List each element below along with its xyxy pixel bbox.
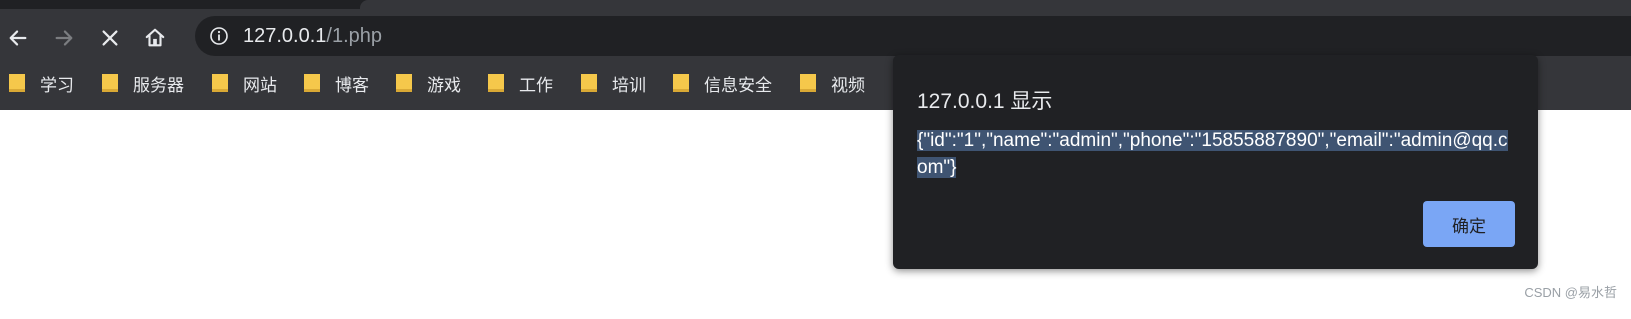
bookmark-label: 游戏	[427, 75, 461, 95]
url-host: 127.0.0.1	[243, 25, 327, 47]
bookmark-label: 学习	[40, 75, 74, 95]
address-bar[interactable]: 127.0.0.1/1.php	[195, 16, 1631, 56]
bookmark-folder-infosec[interactable]: 信息安全	[672, 69, 772, 97]
bookmark-label: 视频	[831, 75, 865, 95]
bookmark-label: 工作	[519, 75, 553, 95]
bookmark-folder-video[interactable]: 视频	[799, 69, 865, 97]
folder-icon	[9, 74, 25, 92]
bookmark-folder-server[interactable]: 服务器	[101, 69, 184, 97]
back-button[interactable]	[2, 22, 34, 54]
bookmark-folder-website[interactable]: 网站	[211, 69, 277, 97]
bookmark-folder-training[interactable]: 培训	[580, 69, 646, 97]
dialog-title: 127.0.0.1 显示	[917, 90, 1053, 113]
stop-button[interactable]	[94, 22, 126, 54]
folder-icon	[102, 74, 118, 92]
dialog-message[interactable]: {"id":"1","name":"admin","phone":"158558…	[917, 127, 1517, 181]
folder-icon	[673, 74, 689, 92]
back-arrow-icon	[9, 30, 27, 46]
folder-icon	[488, 74, 504, 92]
address-url[interactable]: 127.0.0.1/1.php	[243, 25, 382, 48]
bookmark-label: 网站	[243, 75, 277, 95]
bookmark-label: 培训	[612, 75, 646, 95]
folder-icon	[304, 74, 320, 92]
folder-icon	[800, 74, 816, 92]
bookmark-label: 博客	[335, 75, 369, 95]
alert-dialog: 127.0.0.1 显示 {"id":"1","name":"admin","p…	[893, 55, 1538, 269]
watermark: CSDN @易水哲	[1524, 285, 1617, 300]
home-icon	[145, 28, 165, 47]
bookmark-label: 信息安全	[704, 75, 772, 95]
url-path: /1.php	[326, 25, 383, 47]
home-button[interactable]	[139, 22, 171, 54]
bookmark-folder-work[interactable]: 工作	[487, 69, 553, 97]
info-icon[interactable]	[209, 26, 229, 46]
tab-strip	[0, 0, 1631, 9]
bookmark-folder-study[interactable]: 学习	[8, 69, 74, 97]
bookmark-label: 服务器	[133, 75, 184, 95]
bookmark-folder-games[interactable]: 游戏	[395, 69, 461, 97]
ok-button[interactable]: 确定	[1423, 201, 1515, 247]
stop-loading-icon	[102, 30, 118, 46]
active-tab-edge[interactable]	[360, 0, 1631, 9]
selected-message-text[interactable]: {"id":"1","name":"admin","phone":"158558…	[917, 130, 1508, 178]
folder-icon	[212, 74, 228, 92]
forward-arrow-icon	[55, 30, 73, 46]
bookmark-folder-blog[interactable]: 博客	[303, 69, 369, 97]
folder-icon	[581, 74, 597, 92]
forward-button[interactable]	[48, 22, 80, 54]
folder-icon	[396, 74, 412, 92]
